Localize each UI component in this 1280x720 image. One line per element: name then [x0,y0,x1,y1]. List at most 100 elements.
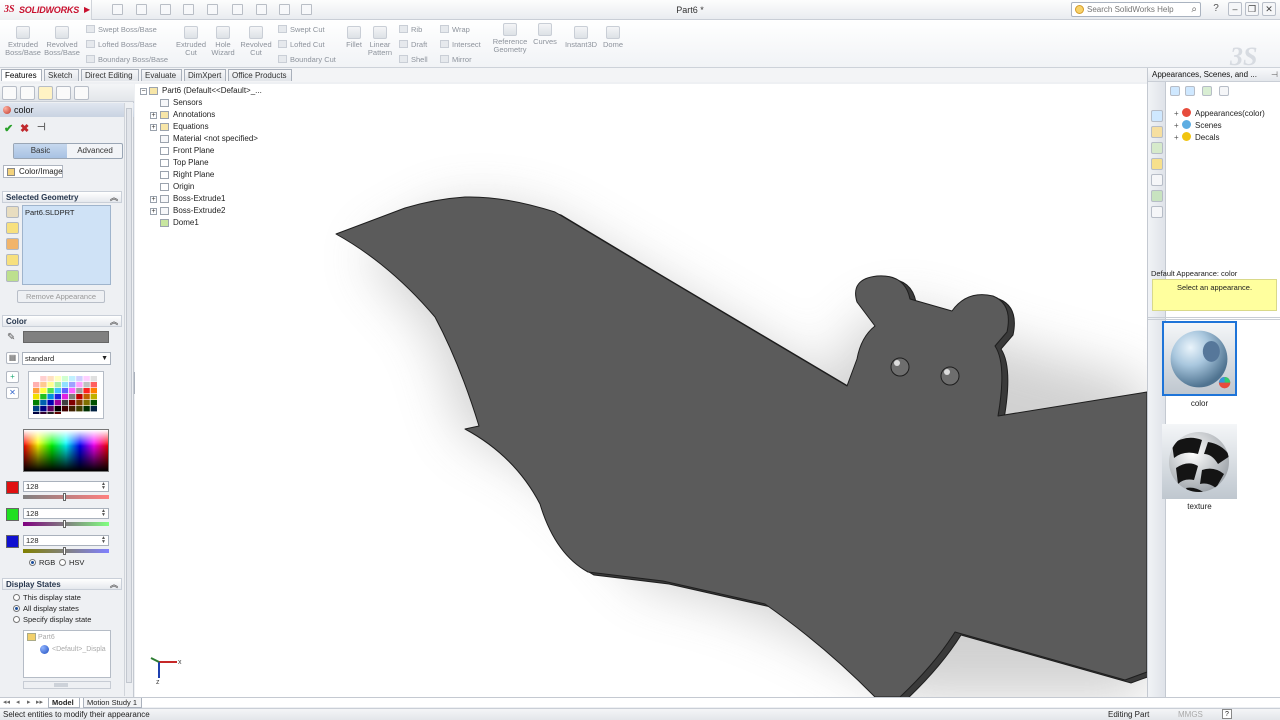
color-swatch-cell[interactable] [40,406,47,412]
solidworks-resources-icon[interactable] [1151,110,1163,122]
color-swatch-cell[interactable] [54,400,61,406]
tree-expand-toggle[interactable]: + [150,196,157,203]
help-menu-icon[interactable]: ? [1209,3,1223,16]
color-swatch-cell[interactable] [69,376,76,382]
color-swatch-cell[interactable] [76,406,83,412]
remove-swatch-icon[interactable]: ✕ [6,387,19,399]
swept-boss-button[interactable]: Swept Boss/Base [86,25,157,34]
solidworks-logo[interactable]: 3S SOLIDWORKS ▶ [0,0,92,20]
color-swatch-cell[interactable] [40,400,47,406]
color-swatch-cell[interactable] [54,376,61,382]
extruded-boss-button[interactable]: Extruded Boss/Base [4,26,42,57]
color-swatch-cell[interactable] [90,376,97,382]
blue-slider[interactable] [23,547,109,555]
color-swatch-cell[interactable] [61,382,69,388]
color-swatch-cell[interactable] [40,382,47,388]
color-swatch-cell[interactable] [76,400,83,406]
list-item[interactable]: Part6.SLDPRT [25,208,74,217]
color-swatch-cell[interactable] [33,406,40,412]
revolved-boss-button[interactable]: Revolved Boss/Base [43,26,81,57]
color-swatch-cell[interactable] [76,382,83,388]
minimize-button[interactable]: – [1228,2,1242,16]
color-image-tab[interactable]: Color/Image [3,165,63,178]
swatch-cells[interactable] [33,376,99,418]
color-swatch-cell[interactable] [69,406,76,412]
display-states-header[interactable]: Display States ︽ [2,578,122,590]
folder-icon[interactable] [1185,86,1195,96]
mirror-button[interactable]: Mirror [440,55,472,64]
pushpin-icon[interactable]: ⊣ [37,122,46,133]
help-search-input[interactable] [1087,4,1182,15]
tab-model[interactable]: Model [48,698,80,708]
green-slider[interactable] [23,520,109,528]
color-swatch-cell[interactable] [83,388,90,394]
color-swatch-cell[interactable] [47,382,54,388]
display-state-scrollbar[interactable] [23,681,111,689]
eyedropper-icon[interactable]: ✎ [7,332,15,343]
color-swatch-cell[interactable] [83,382,90,388]
print-icon[interactable] [183,4,194,15]
color-swatch-cell[interactable] [90,394,97,400]
blue-slider-thumb[interactable] [63,547,66,555]
pin-icon[interactable]: ⊣ [1271,68,1278,82]
spin-arrows-icon[interactable]: ▲ ▼ [101,509,107,518]
color-swatch-cell[interactable] [61,406,69,412]
color-swatch-cell[interactable] [90,388,97,394]
bat-eye-right-highlight[interactable] [944,369,950,375]
hsv-radio[interactable] [59,559,66,566]
red-slider-thumb[interactable] [63,493,66,501]
select-surfaces-icon[interactable] [6,238,19,250]
selected-geometry-header[interactable]: Selected Geometry ︽ [2,191,122,203]
tree-expand-toggle[interactable]: + [150,208,157,215]
select-features-icon[interactable] [6,270,19,282]
spin-arrows-icon[interactable]: ▲ ▼ [101,482,107,491]
file-explorer-icon[interactable] [1151,142,1163,154]
back-icon[interactable] [1170,86,1180,96]
color-swatch-cell[interactable] [83,376,90,382]
color-swatch-cell[interactable] [90,382,97,388]
red-value[interactable]: 128 [26,482,39,491]
rgb-radio[interactable] [29,559,36,566]
bat-model[interactable] [335,196,1147,697]
tree-collapse-toggle[interactable]: − [140,88,147,95]
save-icon[interactable] [160,4,171,15]
reference-geometry-button[interactable]: Reference Geometry [491,23,529,54]
feature-manager-icon[interactable] [2,86,17,100]
palette-select[interactable]: standard ▼ [22,352,111,365]
blue-value[interactable]: 128 [26,536,39,545]
search-results-icon[interactable] [1151,158,1163,170]
help-search[interactable]: ⌕ [1071,2,1201,17]
color-swatch-cell[interactable] [33,382,40,388]
boundary-boss-button[interactable]: Boundary Boss/Base [86,55,168,64]
revolved-cut-button[interactable]: Revolved Cut [238,26,274,57]
color-swatch-cell[interactable] [54,406,61,412]
color-swatch-cell[interactable] [47,394,54,400]
this-display-state-radio[interactable] [13,594,20,601]
model-viewport[interactable] [135,84,1147,697]
color-swatch-cell[interactable] [83,394,90,400]
color-swatch-cell[interactable] [61,394,69,400]
appearances-scenes-icon[interactable] [1151,190,1163,202]
next-tab-arrow-icon[interactable]: ▸ [27,698,31,706]
color-swatch-cell[interactable] [76,388,83,394]
all-display-states-radio[interactable] [13,605,20,612]
configuration-manager-icon[interactable] [38,86,53,100]
tree-expand-toggle[interactable]: + [150,112,157,119]
chevron-down-icon[interactable]: ▼ [101,353,108,365]
palette-icon[interactable]: ▦ [6,352,19,364]
color-swatch-cell[interactable] [54,394,61,400]
color-swatch-cell[interactable] [33,400,40,406]
tree-expand-toggle[interactable]: + [1174,109,1182,118]
options-icon[interactable] [301,4,312,15]
prev-tab-arrow-icon[interactable]: ◂ [16,698,20,706]
new-document-icon[interactable] [112,4,123,15]
green-slider-thumb[interactable] [63,520,66,528]
bat-eye-right[interactable] [940,366,960,386]
view-palette-icon[interactable] [1151,174,1163,186]
color-swatch-cell[interactable] [83,406,90,412]
selected-geometry-list[interactable]: Part6.SLDPRT [22,205,111,285]
color-swatch-cell[interactable] [69,400,76,406]
wrap-button[interactable]: Wrap [440,25,470,34]
green-value[interactable]: 128 [26,509,39,518]
first-tab-arrow-icon[interactable]: ◂◂ [3,698,10,706]
